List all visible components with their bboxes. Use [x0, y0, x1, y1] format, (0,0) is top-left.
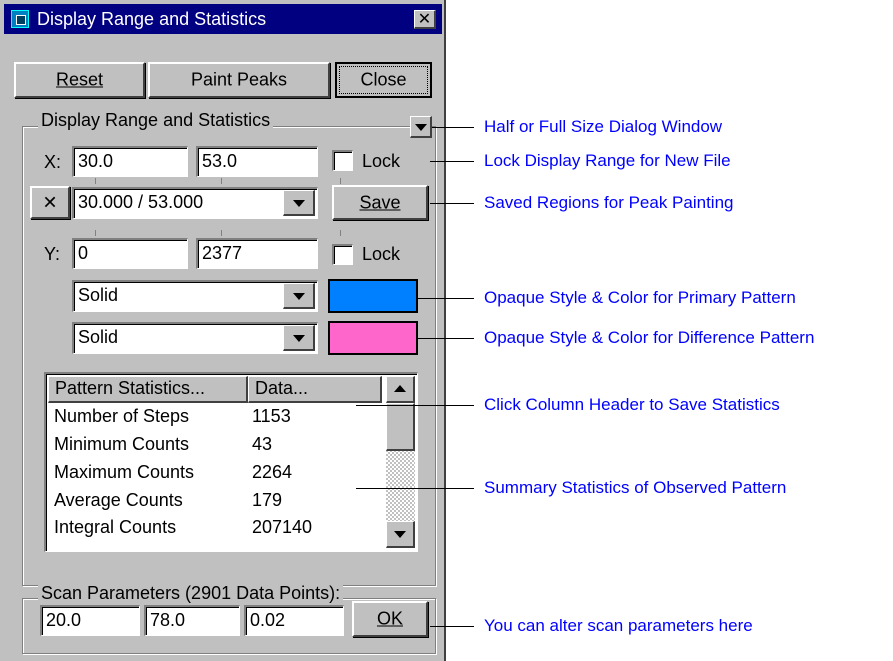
stat-name: Integral Counts: [54, 517, 177, 537]
callout-line: [356, 488, 474, 489]
callout-line: [430, 161, 474, 162]
scan-parameters-label: Scan Parameters (2901 Data Points):: [38, 583, 344, 604]
y-max-input[interactable]: 2377: [196, 238, 318, 269]
chevron-down-icon: [292, 292, 305, 300]
expand-dialog-button[interactable]: [410, 116, 432, 138]
callout-line: [418, 298, 474, 299]
ok-button-label: OK: [376, 608, 403, 629]
primary-color-swatch[interactable]: [328, 279, 418, 313]
difference-color-swatch[interactable]: [328, 321, 418, 355]
statistics-listview[interactable]: Pattern Statistics... Data... Number of …: [44, 372, 418, 552]
column-header-data[interactable]: Data...: [248, 376, 382, 403]
annotation-column-header: Click Column Header to Save Statistics: [484, 395, 780, 414]
clear-region-button[interactable]: ✕: [30, 186, 70, 219]
stat-value: 2264: [252, 462, 293, 482]
ok-button[interactable]: OK: [352, 601, 428, 637]
stat-name: Minimum Counts: [54, 434, 190, 454]
callout-line: [356, 405, 474, 406]
x-lock-checkbox[interactable]: [332, 150, 353, 171]
chevron-up-icon: [394, 385, 406, 392]
window-title: Display Range and Statistics: [37, 9, 267, 29]
clear-icon: ✕: [42, 192, 58, 212]
annotation-half-full-size: Half or Full Size Dialog Window: [484, 117, 723, 136]
chevron-down-icon: [394, 531, 406, 538]
stat-name: Average Counts: [54, 490, 183, 510]
saved-regions-combo[interactable]: 30.000 / 53.000: [72, 187, 318, 219]
x-label: X:: [44, 152, 62, 172]
save-region-button-label: Save: [359, 192, 401, 212]
y-label: Y:: [44, 244, 61, 264]
difference-style-dropdown-button[interactable]: [283, 325, 315, 351]
chevron-down-icon: [292, 199, 305, 207]
annotation-primary-pattern: Opaque Style & Color for Primary Pattern: [484, 288, 796, 307]
stat-name: Number of Steps: [54, 406, 190, 426]
stat-value: 43: [252, 434, 273, 454]
annotation-scan-parameters: You can alter scan parameters here: [484, 616, 753, 635]
reset-button[interactable]: Reset: [14, 62, 145, 98]
primary-style-select[interactable]: Solid: [72, 280, 318, 312]
column-header-statistics[interactable]: Pattern Statistics...: [48, 376, 248, 403]
paint-peaks-button[interactable]: Paint Peaks: [148, 62, 330, 98]
scan-end-input[interactable]: 78.0: [144, 605, 240, 636]
stat-value: 179: [252, 490, 283, 510]
y-min-input[interactable]: 0: [72, 238, 188, 269]
app-icon: [11, 10, 29, 28]
x-min-input[interactable]: 30.0: [72, 146, 188, 177]
save-region-button[interactable]: Save: [332, 185, 428, 220]
chevron-down-icon: [414, 123, 427, 131]
y-lock-label: Lock: [362, 244, 401, 264]
scroll-up-button[interactable]: [386, 376, 415, 403]
paint-peaks-button-label: Paint Peaks: [190, 69, 288, 90]
callout-line: [432, 127, 474, 128]
window-close-button[interactable]: ✕: [414, 10, 436, 29]
title-bar[interactable]: Display Range and Statistics ✕: [4, 4, 442, 34]
chevron-down-icon: [292, 334, 305, 342]
scan-start-input[interactable]: 20.0: [40, 605, 140, 636]
display-range-group-label: Display Range and Statistics: [38, 110, 274, 131]
x-max-input[interactable]: 53.0: [196, 146, 318, 177]
display-range-dialog: Display Range and Statistics ✕ Reset Pai…: [0, 0, 446, 661]
annotation-difference-pattern: Opaque Style & Color for Difference Patt…: [484, 328, 815, 347]
callout-line: [418, 338, 474, 339]
callout-line: [430, 626, 474, 627]
scroll-thumb[interactable]: [386, 403, 415, 451]
close-button[interactable]: Close: [335, 62, 432, 98]
stat-name: Maximum Counts: [54, 462, 195, 482]
annotation-lock-display-range: Lock Display Range for New File: [484, 151, 731, 170]
y-lock-checkbox[interactable]: [332, 244, 353, 265]
scroll-down-button[interactable]: [386, 521, 415, 548]
stat-value: 207140: [252, 517, 313, 537]
scan-step-input[interactable]: 0.02: [244, 605, 344, 636]
annotation-saved-regions: Saved Regions for Peak Painting: [484, 193, 734, 212]
difference-style-select[interactable]: Solid: [72, 322, 318, 354]
primary-style-dropdown-button[interactable]: [283, 283, 315, 309]
reset-button-label: Reset: [55, 69, 104, 90]
close-button-label: Close: [360, 69, 407, 90]
x-lock-label: Lock: [362, 151, 401, 171]
callout-line: [430, 203, 474, 204]
saved-regions-dropdown-button[interactable]: [283, 190, 315, 216]
stat-value: 1153: [252, 406, 291, 426]
annotation-summary-statistics: Summary Statistics of Observed Pattern: [484, 478, 787, 497]
